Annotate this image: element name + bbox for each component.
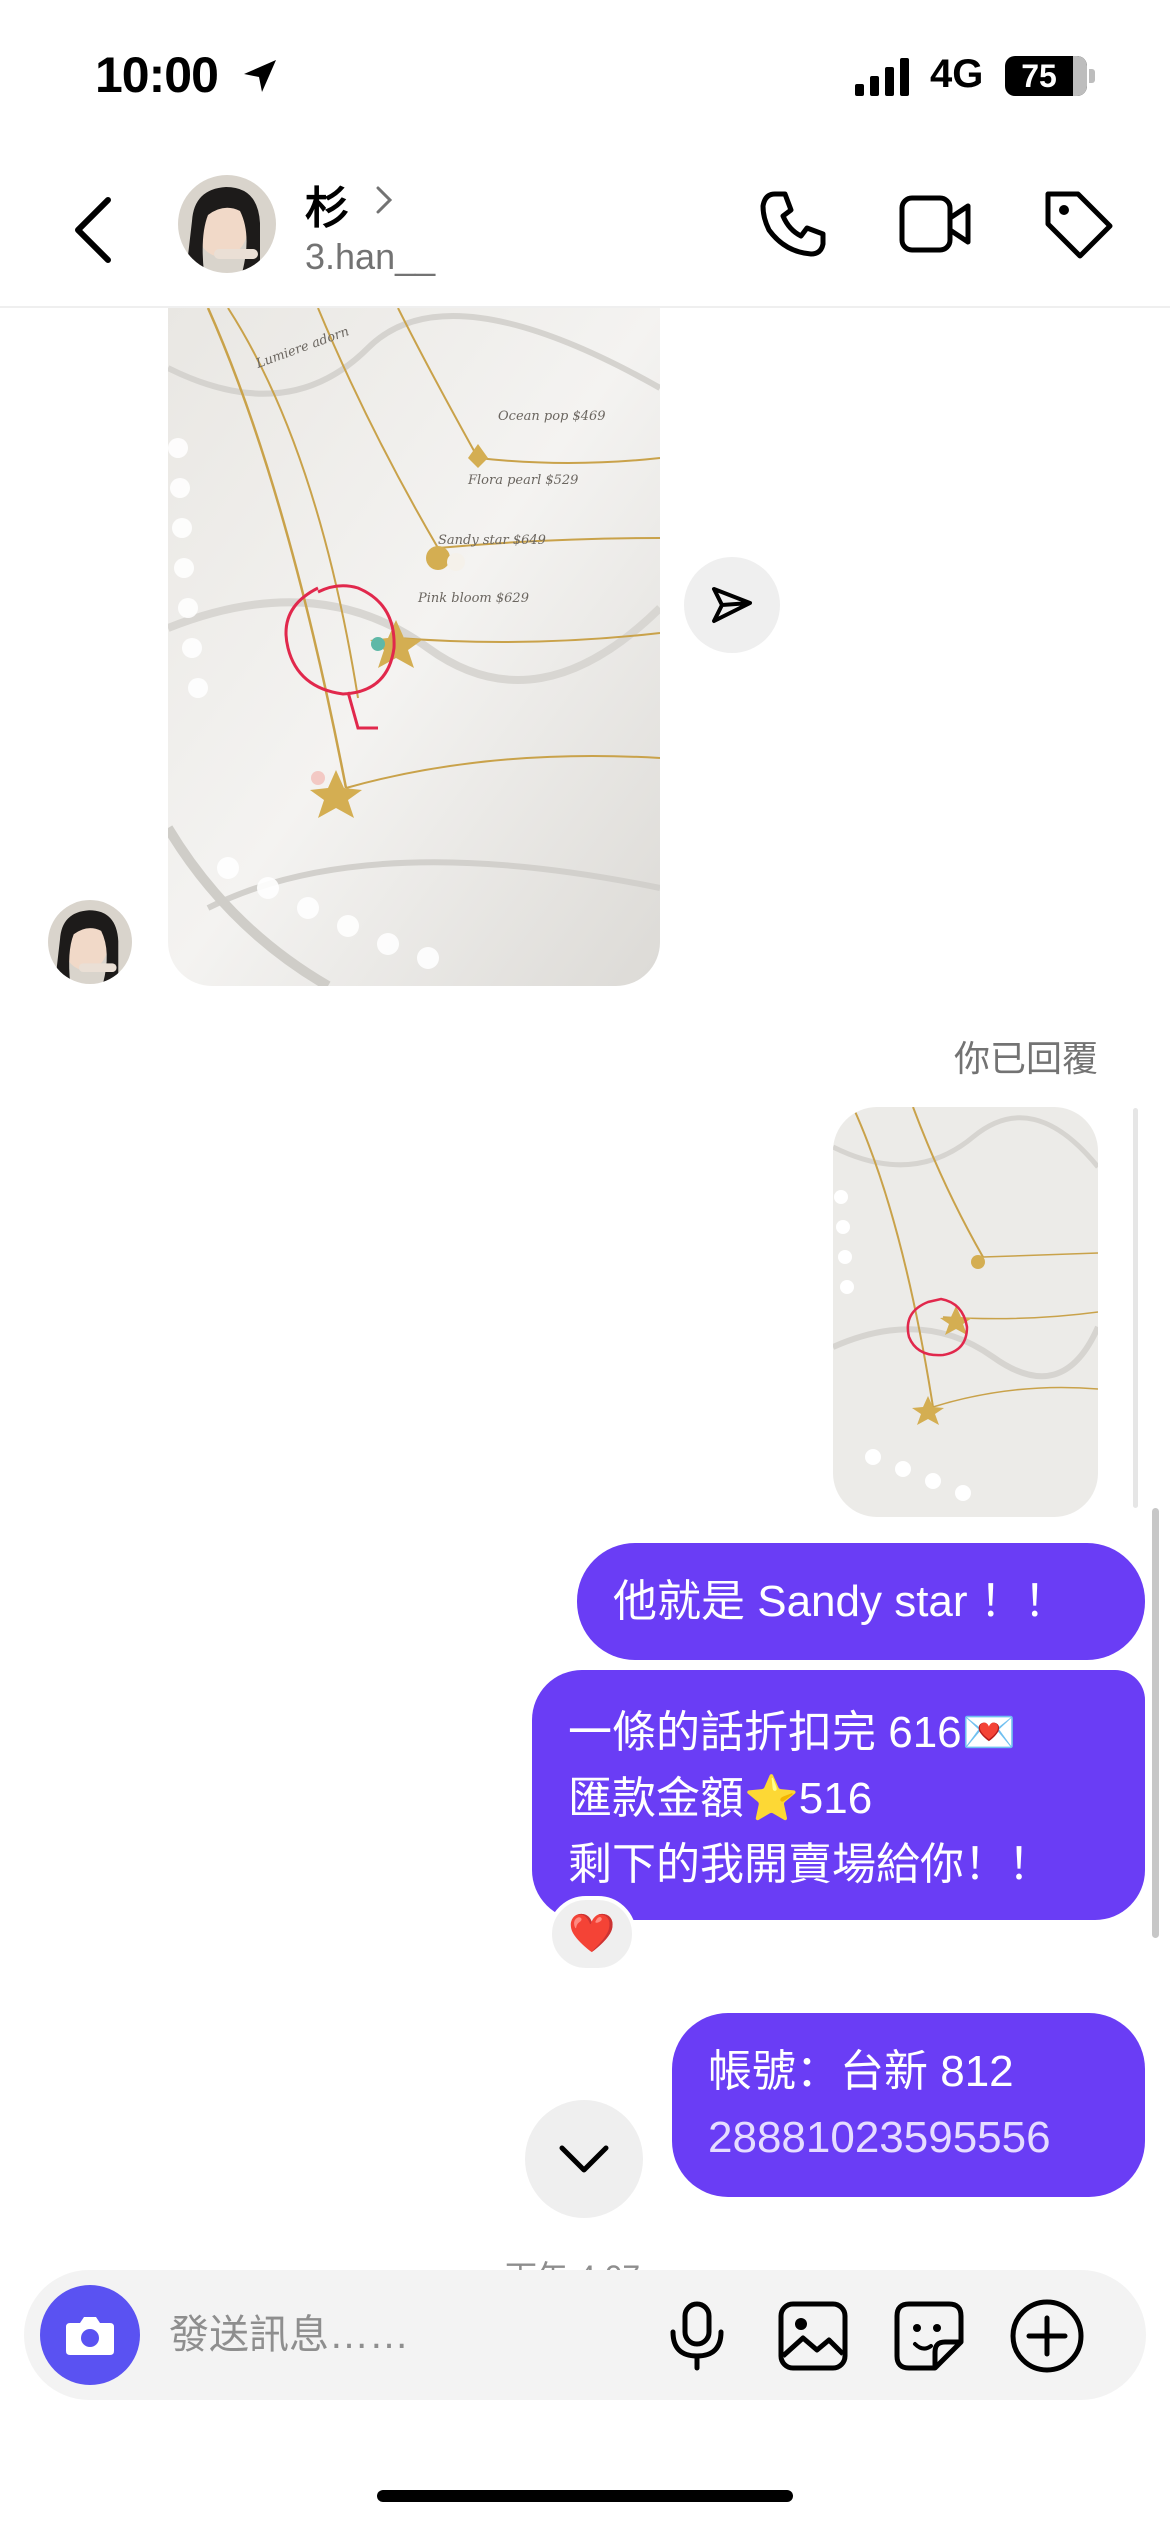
sender-avatar[interactable] bbox=[48, 900, 132, 984]
message-composer bbox=[24, 2270, 1146, 2400]
status-time: 10:00 bbox=[95, 47, 219, 103]
cellular-signal-icon bbox=[855, 58, 909, 96]
scroll-track bbox=[1133, 1108, 1138, 1508]
network-type: 4G bbox=[930, 52, 984, 96]
home-indicator[interactable] bbox=[377, 2490, 793, 2502]
message-text-line: 帳號：台新 812 bbox=[708, 2047, 1014, 2096]
message-bubble-outgoing[interactable]: 他就是 Sandy star ！！ bbox=[577, 1543, 1145, 1660]
heart-icon: ❤️ bbox=[568, 1913, 616, 1955]
plus-circle-icon[interactable] bbox=[1007, 2296, 1087, 2376]
shared-photo-necklaces[interactable]: Lumiere adorn Ocean pop $469 Flora pearl… bbox=[168, 308, 660, 986]
contact-username[interactable]: 3.han__ bbox=[305, 236, 435, 278]
location-arrow-icon bbox=[244, 60, 276, 92]
contact-avatar[interactable] bbox=[178, 175, 276, 273]
send-icon bbox=[712, 587, 752, 623]
photo-caption-item: Pink bloom $629 bbox=[417, 591, 529, 606]
photo-caption-item: Sandy star $649 bbox=[438, 533, 546, 548]
chat-header: 杉 3.han__ bbox=[0, 150, 1170, 308]
microphone-icon[interactable] bbox=[659, 2298, 735, 2374]
photo-caption-item: Ocean pop $469 bbox=[498, 409, 606, 424]
chevron-down-icon bbox=[559, 2145, 609, 2173]
message-bubble-outgoing[interactable]: 帳號：台新 812 28881023595556 bbox=[672, 2013, 1145, 2197]
battery-level: 75 bbox=[1021, 58, 1057, 94]
replied-photo-thumbnail[interactable] bbox=[833, 1107, 1098, 1517]
back-icon[interactable] bbox=[64, 190, 124, 270]
video-call-icon[interactable] bbox=[898, 190, 974, 258]
message-bubble-outgoing[interactable]: 一條的話折扣完 616💌 匯款金額⭐️516 剩下的我開賣場給你！！ bbox=[532, 1670, 1145, 1920]
tag-icon[interactable] bbox=[1040, 186, 1116, 262]
sticker-icon[interactable] bbox=[891, 2298, 967, 2374]
heart-reaction-badge[interactable]: ❤️ bbox=[548, 1896, 636, 1972]
contact-name[interactable]: 杉 bbox=[305, 172, 349, 236]
battery-cap bbox=[1089, 69, 1095, 83]
camera-button[interactable] bbox=[40, 2285, 140, 2385]
message-text: 他就是 Sandy star ！！ bbox=[613, 1577, 1068, 1626]
gallery-icon[interactable] bbox=[775, 2298, 851, 2374]
camera-icon bbox=[66, 2317, 114, 2355]
status-bar: 10:00 4G 75 bbox=[0, 0, 1170, 150]
reply-status-label: 你已回覆 bbox=[953, 1038, 1098, 1079]
scroll-to-bottom-button[interactable] bbox=[525, 2100, 643, 2218]
message-text-line: 一條的話折扣完 616💌 bbox=[568, 1708, 1017, 1757]
account-number-link[interactable]: 28881023595556 bbox=[708, 2105, 1109, 2171]
message-text-line: 剩下的我開賣場給你！！ bbox=[568, 1840, 1052, 1889]
scrollbar-thumb[interactable] bbox=[1152, 1508, 1159, 1938]
phone-call-icon[interactable] bbox=[755, 186, 831, 262]
photo-caption-item: Flora pearl $529 bbox=[467, 473, 578, 488]
chevron-right-icon[interactable] bbox=[372, 180, 396, 220]
battery-icon: 75 bbox=[1005, 56, 1087, 96]
message-text-line: 匯款金額⭐️516 bbox=[568, 1774, 873, 1823]
share-button[interactable] bbox=[684, 557, 780, 653]
message-input[interactable] bbox=[169, 2305, 649, 2365]
